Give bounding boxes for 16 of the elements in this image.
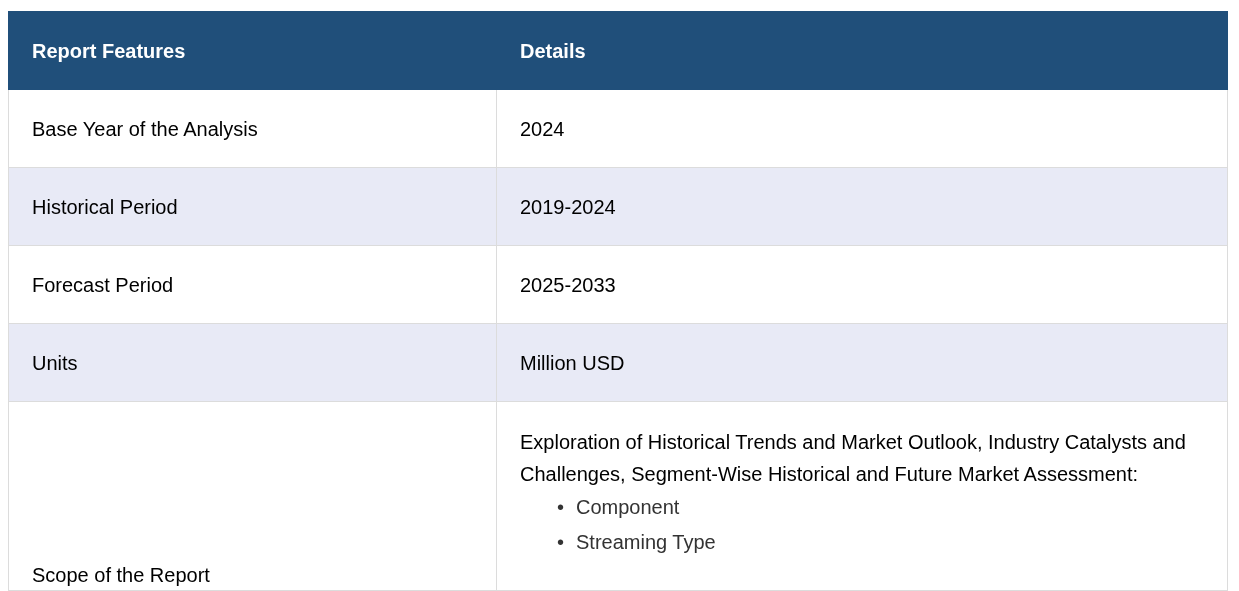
detail-cell: 2024: [496, 89, 1228, 168]
bullet-marker: •: [557, 530, 564, 555]
bullet-marker: •: [557, 495, 564, 520]
column-header: Details: [496, 11, 1228, 90]
scope-list-item: Component: [576, 495, 680, 520]
detail-cell: 2019-2024: [496, 167, 1228, 246]
scope-list-item: Streaming Type: [576, 530, 716, 555]
feature-cell: Units: [8, 323, 497, 402]
detail-cell: 2025-2033: [496, 245, 1228, 324]
feature-cell: Historical Period: [8, 167, 497, 246]
detail-cell: Million USD: [496, 323, 1228, 402]
feature-cell: Scope of the Report: [8, 401, 497, 591]
scope-description: Exploration of Historical Trends and Market Outlook, Industry Catalysts and Challenges, Segment-Wise Historical and Future Market Assessment:: [520, 430, 1187, 487]
column-header: Report Features: [8, 11, 497, 90]
feature-cell: Forecast Period: [8, 245, 497, 324]
feature-cell: Base Year of the Analysis: [8, 89, 497, 168]
